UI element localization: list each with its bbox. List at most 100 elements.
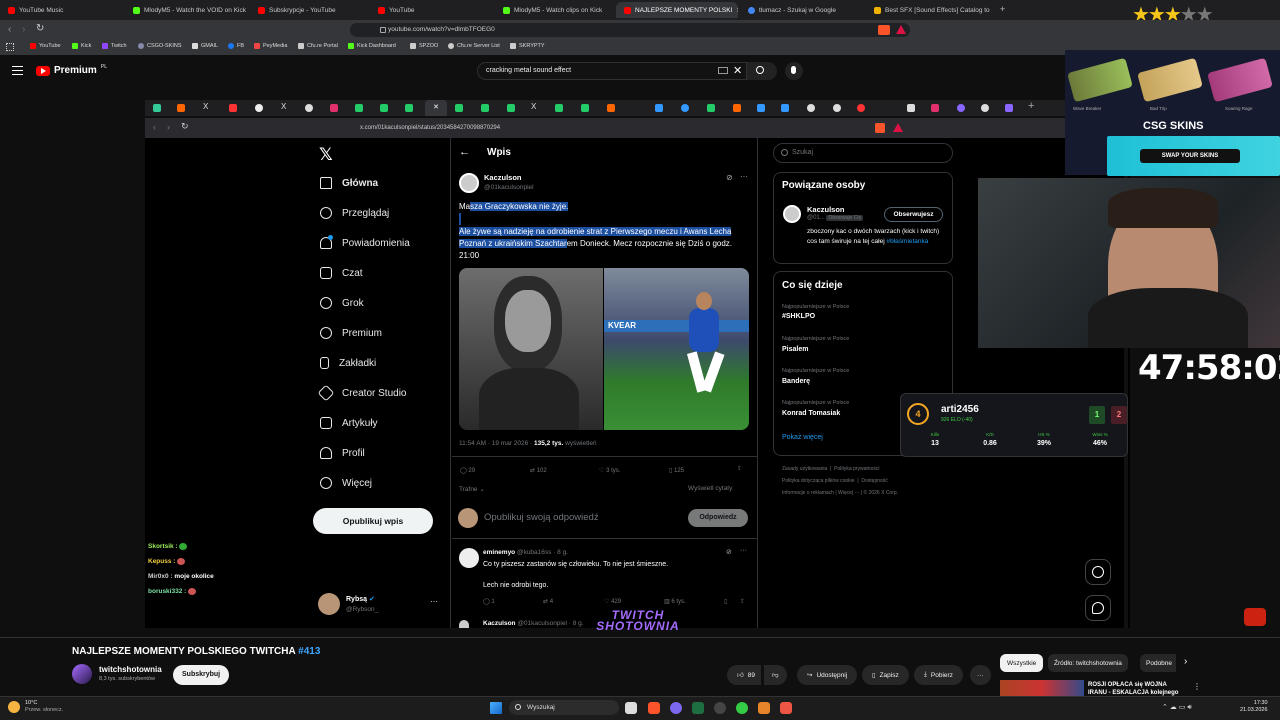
tab-favicon-icon[interactable] <box>229 104 237 112</box>
tab-favicon-icon[interactable] <box>455 104 463 112</box>
filter-chip-source[interactable]: Źródło: twitchshotownia <box>1048 654 1128 672</box>
tab-favicon-icon[interactable] <box>555 104 563 112</box>
address-bar[interactable]: youtube.com/watch?v=dlmbTFOEG0 <box>350 23 910 37</box>
back-icon[interactable]: ‹ <box>8 24 11 35</box>
bookmark-twitch[interactable]: Twitch <box>102 43 127 49</box>
weather-widget[interactable]: 10°C Przew. słonecz. <box>25 700 63 714</box>
tab-favicon-icon[interactable] <box>833 104 841 112</box>
apps-grid-icon[interactable] <box>6 43 14 51</box>
youtube-search-input[interactable]: cracking metal sound effect <box>477 62 747 80</box>
tab-favicon-icon[interactable] <box>255 104 263 112</box>
telegram-icon[interactable] <box>757 104 765 112</box>
inner-address-bar[interactable]: x.com/01kaculsonpiel/status/203458427009… <box>360 122 840 134</box>
nav-home[interactable]: Główna <box>320 177 378 189</box>
bookmark-cfure-server[interactable]: Cfu.re Server List <box>448 43 500 49</box>
tweet-image-portrait[interactable] <box>459 268 603 430</box>
telegram-icon[interactable] <box>781 104 789 112</box>
brave-taskbar-icon[interactable] <box>648 702 660 714</box>
reply-like-count[interactable]: ♡ 429 <box>604 598 621 605</box>
tab-favicon-icon[interactable] <box>153 104 161 112</box>
more-actions-button[interactable]: ··· <box>970 665 991 685</box>
share-button[interactable]: ↪ Udostępnij <box>797 665 858 685</box>
nav-creator-studio[interactable]: Creator Studio <box>317 384 406 402</box>
channel-name[interactable]: twitchshotownia <box>99 665 162 674</box>
xbox-taskbar-icon[interactable] <box>736 702 748 714</box>
more-icon[interactable]: ··· <box>740 547 747 554</box>
bookmark-fb[interactable]: FB <box>228 43 244 49</box>
following-button[interactable]: Obserwujesz <box>884 207 943 222</box>
tab-favicon-icon[interactable] <box>707 104 715 112</box>
discord-taskbar-icon[interactable] <box>670 702 682 714</box>
post-button[interactable]: Opublikuj wpis <box>313 508 433 534</box>
x-search-input[interactable]: Szukaj <box>773 143 953 163</box>
bookmark-peymedia[interactable]: PeyMedia <box>254 43 287 49</box>
tab-favicon-icon[interactable] <box>507 104 515 112</box>
clock[interactable]: 17:30 21.03.2026 <box>1240 700 1268 714</box>
grok-button[interactable] <box>1085 559 1111 585</box>
tab-favicon-icon[interactable] <box>857 104 865 112</box>
youtube-branding-icon[interactable] <box>1244 608 1266 626</box>
nav-grok[interactable]: Grok <box>320 297 364 309</box>
nav-profile[interactable]: Profil <box>320 447 365 459</box>
close-tab-icon[interactable]: ✕ <box>425 100 447 116</box>
chevron-right-icon[interactable]: › <box>1184 656 1187 667</box>
sun-icon[interactable] <box>8 701 20 713</box>
tab-favicon-icon[interactable] <box>1005 104 1013 112</box>
sort-dropdown[interactable]: Trafne ⌄ <box>459 485 485 493</box>
nav-chat[interactable]: Czat <box>320 267 363 279</box>
instagram-icon[interactable] <box>330 104 338 112</box>
reload-icon[interactable]: ↻ <box>36 23 44 34</box>
nav-bookmarks[interactable]: Zakładki <box>320 357 376 369</box>
avatar[interactable] <box>318 593 340 615</box>
bookmark-skrypty[interactable]: SKRYPTY <box>510 43 545 49</box>
share-icon[interactable]: ⇪ <box>737 465 742 472</box>
avatar[interactable] <box>459 548 479 568</box>
trend-item[interactable]: Pisalem <box>782 346 808 353</box>
save-button[interactable]: ▯ Zapisz <box>862 665 909 685</box>
tab-favicon-icon[interactable] <box>907 104 915 112</box>
tab-subscriptions[interactable]: Subskrypcje - YouTube <box>250 2 370 18</box>
channel-avatar[interactable] <box>72 664 92 684</box>
voice-search-button[interactable] <box>785 62 803 80</box>
author-name[interactable]: Kaczulson <box>484 173 522 182</box>
reply-retweet-count[interactable]: ⇄ 4 <box>543 598 553 605</box>
author-handle[interactable]: @01kaculsonpiel <box>484 184 534 191</box>
trend-item[interactable]: Banderę <box>782 378 810 385</box>
like-button[interactable]: 👍︎ 89 <box>727 665 762 685</box>
related-name[interactable]: Kaczulson <box>807 205 845 214</box>
tab-favicon-icon[interactable] <box>581 104 589 112</box>
reload-icon[interactable]: ↻ <box>181 121 189 132</box>
tab-favicon-icon[interactable] <box>607 104 615 112</box>
share-icon[interactable]: ⇪ <box>740 598 745 605</box>
bookmark-spzoo[interactable]: SPZOO <box>410 43 438 49</box>
bookmark-count[interactable]: ▯ 125 <box>669 467 684 474</box>
tab-favicon-icon[interactable] <box>380 104 388 112</box>
tab-youtube[interactable]: YouTube <box>370 2 495 18</box>
vlc-taskbar-icon[interactable] <box>758 702 770 714</box>
new-tab-icon[interactable]: + <box>1000 4 1005 14</box>
messages-button[interactable] <box>1085 595 1111 621</box>
tab-favicon-icon[interactable] <box>481 104 489 112</box>
show-quotes-link[interactable]: Wyświetl cytaty <box>688 485 732 492</box>
new-tab-icon[interactable]: + <box>1028 100 1034 112</box>
more-icon[interactable]: ··· <box>740 172 748 181</box>
back-arrow-icon[interactable]: ← <box>459 146 470 158</box>
reply-count[interactable]: ◯ 29 <box>460 467 475 474</box>
brave-rewards-icon[interactable] <box>896 25 906 34</box>
forward-icon[interactable]: › <box>167 122 170 132</box>
grok-icon[interactable]: ⊘ <box>726 548 732 556</box>
keyboard-icon[interactable] <box>718 67 728 74</box>
taskbar-search[interactable]: Wyszukaj <box>509 700 619 715</box>
tab-favicon-icon[interactable] <box>305 104 313 112</box>
nav-notifications[interactable]: Powiadomienia <box>320 237 410 249</box>
tab-favicon-icon[interactable] <box>957 104 965 112</box>
tab-google[interactable]: tlumacz - Szukaj w Google <box>740 2 865 18</box>
tab-youtube-music[interactable]: YouTube Music <box>0 2 125 18</box>
bookmark-csgo-skins[interactable]: CSGO-SKINS <box>138 43 182 49</box>
tab-sfx[interactable]: Best SFX [Sound Effects] Catalog to <box>866 2 996 18</box>
tab-active-video[interactable]: NAJLEPSZE MOMENTY POLSKI✕ <box>616 2 738 18</box>
tray-icons[interactable]: ⌃ ☁ ▭ 🔊︎ <box>1162 703 1192 712</box>
filter-chip-similar[interactable]: Podobne <box>1140 654 1176 672</box>
search-button[interactable] <box>747 62 777 80</box>
tweet-image-football[interactable]: KVEAR <box>604 268 749 430</box>
